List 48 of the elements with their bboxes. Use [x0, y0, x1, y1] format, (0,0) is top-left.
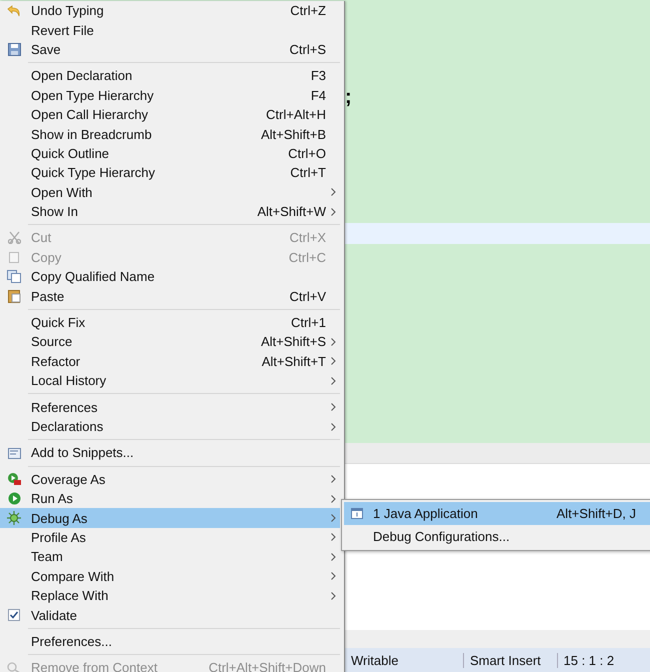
clipboard-icon: [8, 289, 20, 304]
menu-item[interactable]: Save Ctrl+S: [0, 40, 340, 60]
remove-context-icon: [7, 662, 21, 672]
menu-item[interactable]: Paste Ctrl+V: [0, 286, 340, 306]
menu-item[interactable]: Team: [0, 547, 340, 567]
menu-item[interactable]: Local History: [0, 371, 340, 390]
snippet-icon: [8, 446, 20, 460]
menu-item[interactable]: Debug As: [0, 508, 340, 528]
menu-item[interactable]: Compare With: [0, 566, 340, 586]
menu-item[interactable]: Undo Typing Ctrl+Z: [0, 1, 340, 20]
menu-item[interactable]: Show In Alt+Shift+W: [0, 202, 340, 222]
menu-item[interactable]: Open With: [0, 182, 340, 202]
code-text: ;: [345, 86, 353, 109]
menu-item[interactable]: Quick Type Hierarchy Ctrl+T: [0, 163, 340, 183]
menu-item[interactable]: Add to Snippets...: [0, 443, 340, 463]
menu-item[interactable]: Profile As: [0, 528, 340, 548]
menu-item[interactable]: Coverage As: [0, 470, 340, 489]
menu-item[interactable]: Open Call Hierarchy Ctrl+Alt+H: [0, 104, 340, 124]
save-icon: [8, 42, 20, 56]
menu-item[interactable]: Quick Outline Ctrl+O: [0, 144, 340, 164]
menu-item[interactable]: Show in Breadcrumb Alt+Shift+B: [0, 124, 340, 144]
bug-icon: [7, 511, 21, 526]
coverage-icon: [7, 472, 21, 486]
menu-item[interactable]: Replace With: [0, 586, 340, 606]
status-field: Writable: [345, 652, 463, 668]
menu-item[interactable]: Open Declaration F3: [0, 66, 340, 86]
menu-item[interactable]: Open Type Hierarchy F4: [0, 86, 340, 105]
undo-arrow-icon: [7, 4, 21, 17]
copy-icon: [8, 250, 20, 264]
menu-item[interactable]: Preferences...: [0, 632, 340, 652]
menu-item[interactable]: Declarations: [0, 416, 340, 436]
menu-item[interactable]: Revert File: [0, 20, 340, 40]
copy-name-icon: [7, 270, 21, 284]
menu-item[interactable]: Debug Configurations...: [344, 525, 650, 548]
menu-item[interactable]: Run As: [0, 488, 340, 508]
run-icon: [8, 492, 20, 506]
menu-item[interactable]: Quick Fix Ctrl+1: [0, 312, 340, 332]
menu-item[interactable]: Validate: [0, 605, 340, 625]
status-field: 15 : 1 : 2: [556, 652, 650, 668]
menu-item[interactable]: Copy Qualified Name: [0, 267, 340, 286]
java-app-icon: [351, 508, 363, 519]
menu-item[interactable]: 1 Java Application Alt+Shift+D, J: [344, 502, 650, 525]
menu-item[interactable]: References: [0, 397, 340, 417]
status-field: Smart Insert: [463, 652, 556, 668]
menu-item[interactable]: Refactor Alt+Shift+T: [0, 352, 340, 372]
menu-item[interactable]: Source Alt+Shift+S: [0, 332, 340, 352]
checkbox[interactable]: [8, 609, 20, 622]
scissors-icon: [8, 231, 20, 244]
